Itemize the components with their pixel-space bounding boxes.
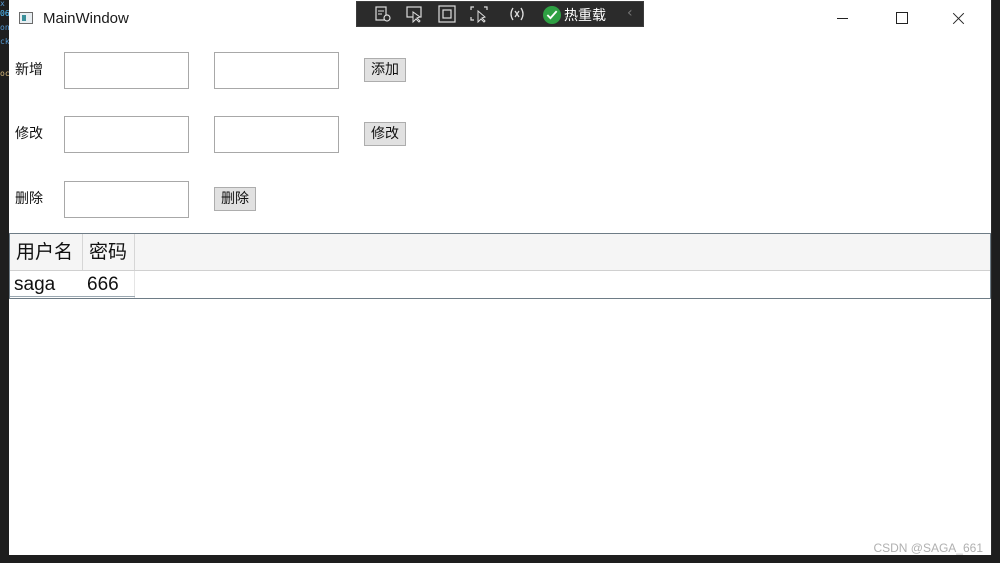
delete-username-input[interactable] (64, 181, 189, 218)
minimize-button[interactable] (820, 0, 866, 36)
binding-failures-icon[interactable] (507, 5, 527, 23)
code-fragment: 06 (0, 10, 9, 18)
column-header-password[interactable]: 密码 (83, 234, 135, 270)
add-username-input[interactable] (64, 52, 189, 89)
code-fragment: oc (0, 70, 9, 78)
edit-password-input[interactable] (214, 116, 339, 153)
hot-reload-status[interactable]: 热重载 (543, 4, 606, 26)
row-underline (10, 296, 135, 297)
add-label: 新增 (15, 62, 43, 78)
row-divider (134, 271, 135, 298)
checkmark-icon (543, 6, 561, 24)
edit-label: 修改 (15, 126, 43, 142)
edit-username-input[interactable] (64, 116, 189, 153)
table-row[interactable]: saga 666 (10, 271, 990, 298)
app-window-icon (19, 12, 33, 24)
code-fragment: ck (0, 38, 9, 46)
watermark: CSDN @SAGA_661 (873, 541, 983, 555)
user-datagrid[interactable]: 用户名 密码 saga 666 (9, 233, 991, 299)
delete-button[interactable]: 删除 (214, 187, 256, 211)
column-header-username[interactable]: 用户名 (10, 234, 83, 270)
cell-username[interactable]: saga (10, 271, 83, 298)
add-password-input[interactable] (214, 52, 339, 89)
maximize-button[interactable] (878, 0, 924, 36)
main-window: MainWindow 新增 添加 修改 修改 删除 删除 用户名 密码 saga… (9, 0, 992, 555)
visual-tree-icon[interactable] (373, 5, 393, 23)
code-fragment: on (0, 24, 9, 32)
edit-button[interactable]: 修改 (364, 122, 406, 146)
add-button[interactable]: 添加 (364, 58, 406, 82)
xaml-debug-toolbar: 热重载 ‹ (356, 1, 644, 27)
track-focus-icon[interactable] (469, 5, 489, 24)
bottom-strip (0, 555, 1000, 563)
editor-gutter: x 06 on ck oc (0, 0, 9, 563)
hot-reload-label: 热重载 (564, 8, 606, 24)
close-button[interactable] (936, 0, 982, 36)
display-layout-adorners-icon[interactable] (437, 5, 457, 23)
datagrid-header: 用户名 密码 (10, 234, 990, 271)
delete-label: 删除 (15, 191, 43, 207)
window-title: MainWindow (43, 10, 129, 27)
chevron-left-icon[interactable]: ‹ (627, 5, 633, 21)
select-element-icon[interactable] (405, 5, 425, 24)
cell-password[interactable]: 666 (83, 271, 135, 298)
code-fragment: x (0, 0, 5, 8)
